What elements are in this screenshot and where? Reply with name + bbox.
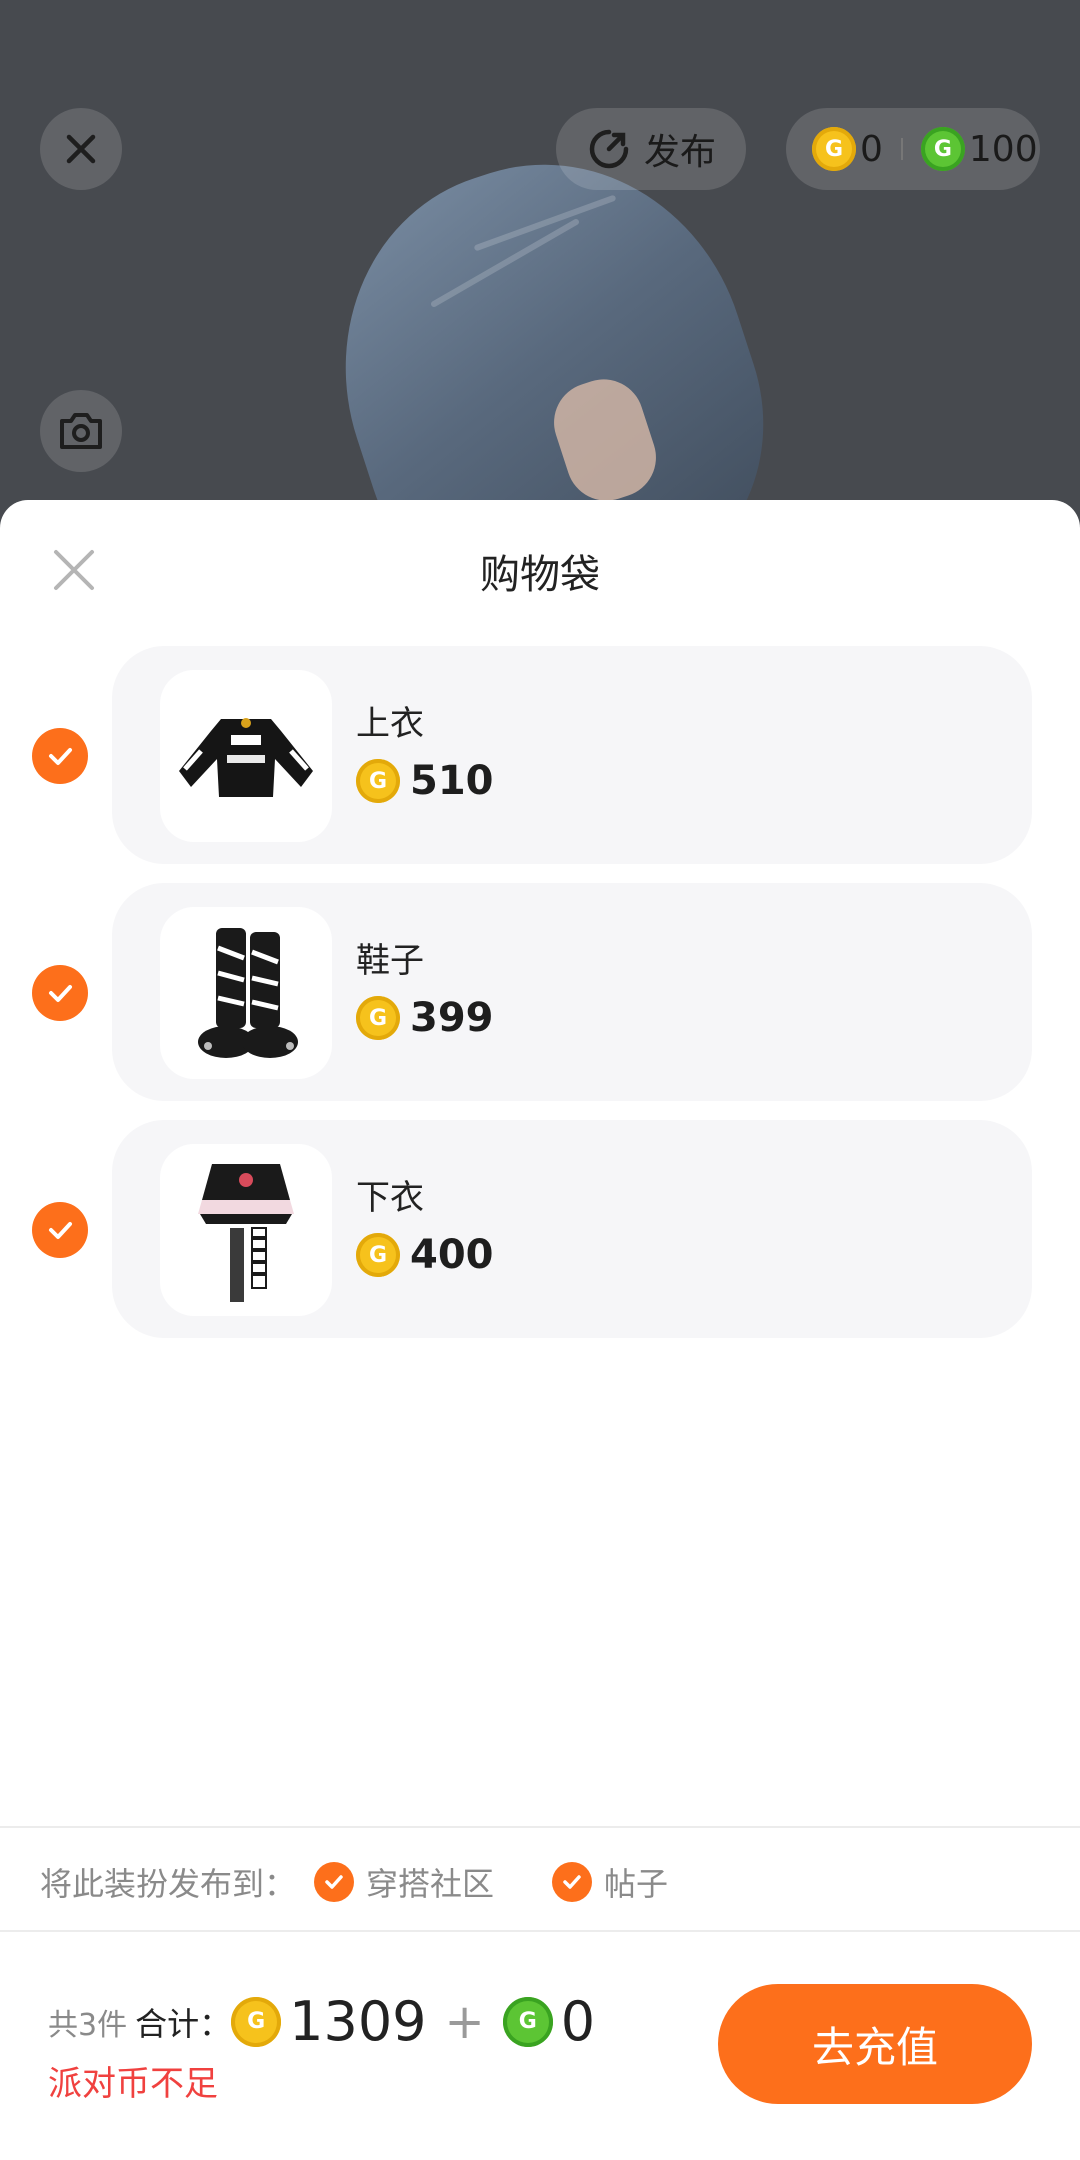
avatar-preview-scene: 发布 G 0 G 100 [0,0,1080,560]
item-price-value: 510 [410,758,494,804]
gold-coin-icon: G [812,127,856,171]
total-summary: 共3件 合计： G 1309 + G 0 [48,1990,595,2053]
item-checkbox[interactable] [32,965,88,1021]
sheet-title: 购物袋 [480,552,600,598]
item-name: 上衣 [356,704,424,744]
green-total: 0 [560,1990,596,2053]
camera-button[interactable] [40,390,122,472]
checkmark-icon [314,1862,355,1902]
recharge-button[interactable]: 去充值 [718,1984,1032,2104]
item-checkbox[interactable] [32,1202,88,1258]
item-price: G 399 [356,995,494,1041]
item-checkbox[interactable] [32,728,88,784]
publish-option-post[interactable]: 帖子 [552,1859,668,1905]
item-thumbnail [160,907,332,1079]
item-price: G 400 [356,1232,494,1278]
gold-coin-icon: G [356,759,400,803]
balance-divider [900,138,903,160]
list-item[interactable]: 上衣 G 510 [112,646,1032,864]
skirt-icon [198,1164,294,1302]
gold-coin-icon: G [356,1233,400,1277]
publish-option-community[interactable]: 穿搭社区 [314,1859,494,1905]
jacket-icon [179,718,313,797]
checkmark-icon [552,1862,593,1902]
item-thumbnail [160,670,332,842]
list-item[interactable]: 鞋子 G 399 [112,883,1032,1101]
divider [0,1826,1080,1828]
publish-targets-row: 将此装扮发布到： 穿搭社区 帖子 [40,1852,668,1912]
publish-option-label: 穿搭社区 [366,1865,495,1903]
green-balance: 100 [968,128,1038,170]
gold-coin-icon: G [356,996,400,1040]
insufficient-coins-warning: 派对币不足 [48,2064,218,2104]
currency-balance[interactable]: G 0 G 100 [786,108,1040,190]
checkmark-icon [49,748,72,765]
sum-label: 合计： [135,2004,232,2043]
divider [0,1930,1080,1932]
item-name: 下衣 [356,1178,424,1218]
green-coin-icon: G [920,127,965,171]
gold-coin-icon: G [231,1996,282,2047]
list-item[interactable]: 下衣 G 400 [112,1120,1032,1338]
publish-icon [589,129,629,169]
camera-icon [60,413,102,449]
checkmark-icon [49,1222,72,1239]
green-coin-icon: G [502,1996,553,2047]
close-scene-button[interactable] [40,108,122,190]
plus-sign: + [444,1993,485,2050]
item-price-value: 399 [410,995,494,1041]
publish-targets-label: 将此装扮发布到： [40,1865,297,1903]
item-name: 鞋子 [356,941,424,981]
publish-label: 发布 [644,132,717,173]
boots-icon [198,928,298,1058]
item-thumbnail [160,1144,332,1316]
item-price: G 510 [356,758,494,804]
gold-balance: 0 [860,128,883,170]
checkmark-icon [49,985,72,1002]
gold-total: 1309 [289,1990,427,2053]
item-price-value: 400 [410,1232,494,1278]
close-icon [66,134,96,164]
publish-option-label: 帖子 [604,1865,669,1903]
item-count: 共3件 [48,2007,128,2043]
publish-button[interactable]: 发布 [556,108,746,190]
